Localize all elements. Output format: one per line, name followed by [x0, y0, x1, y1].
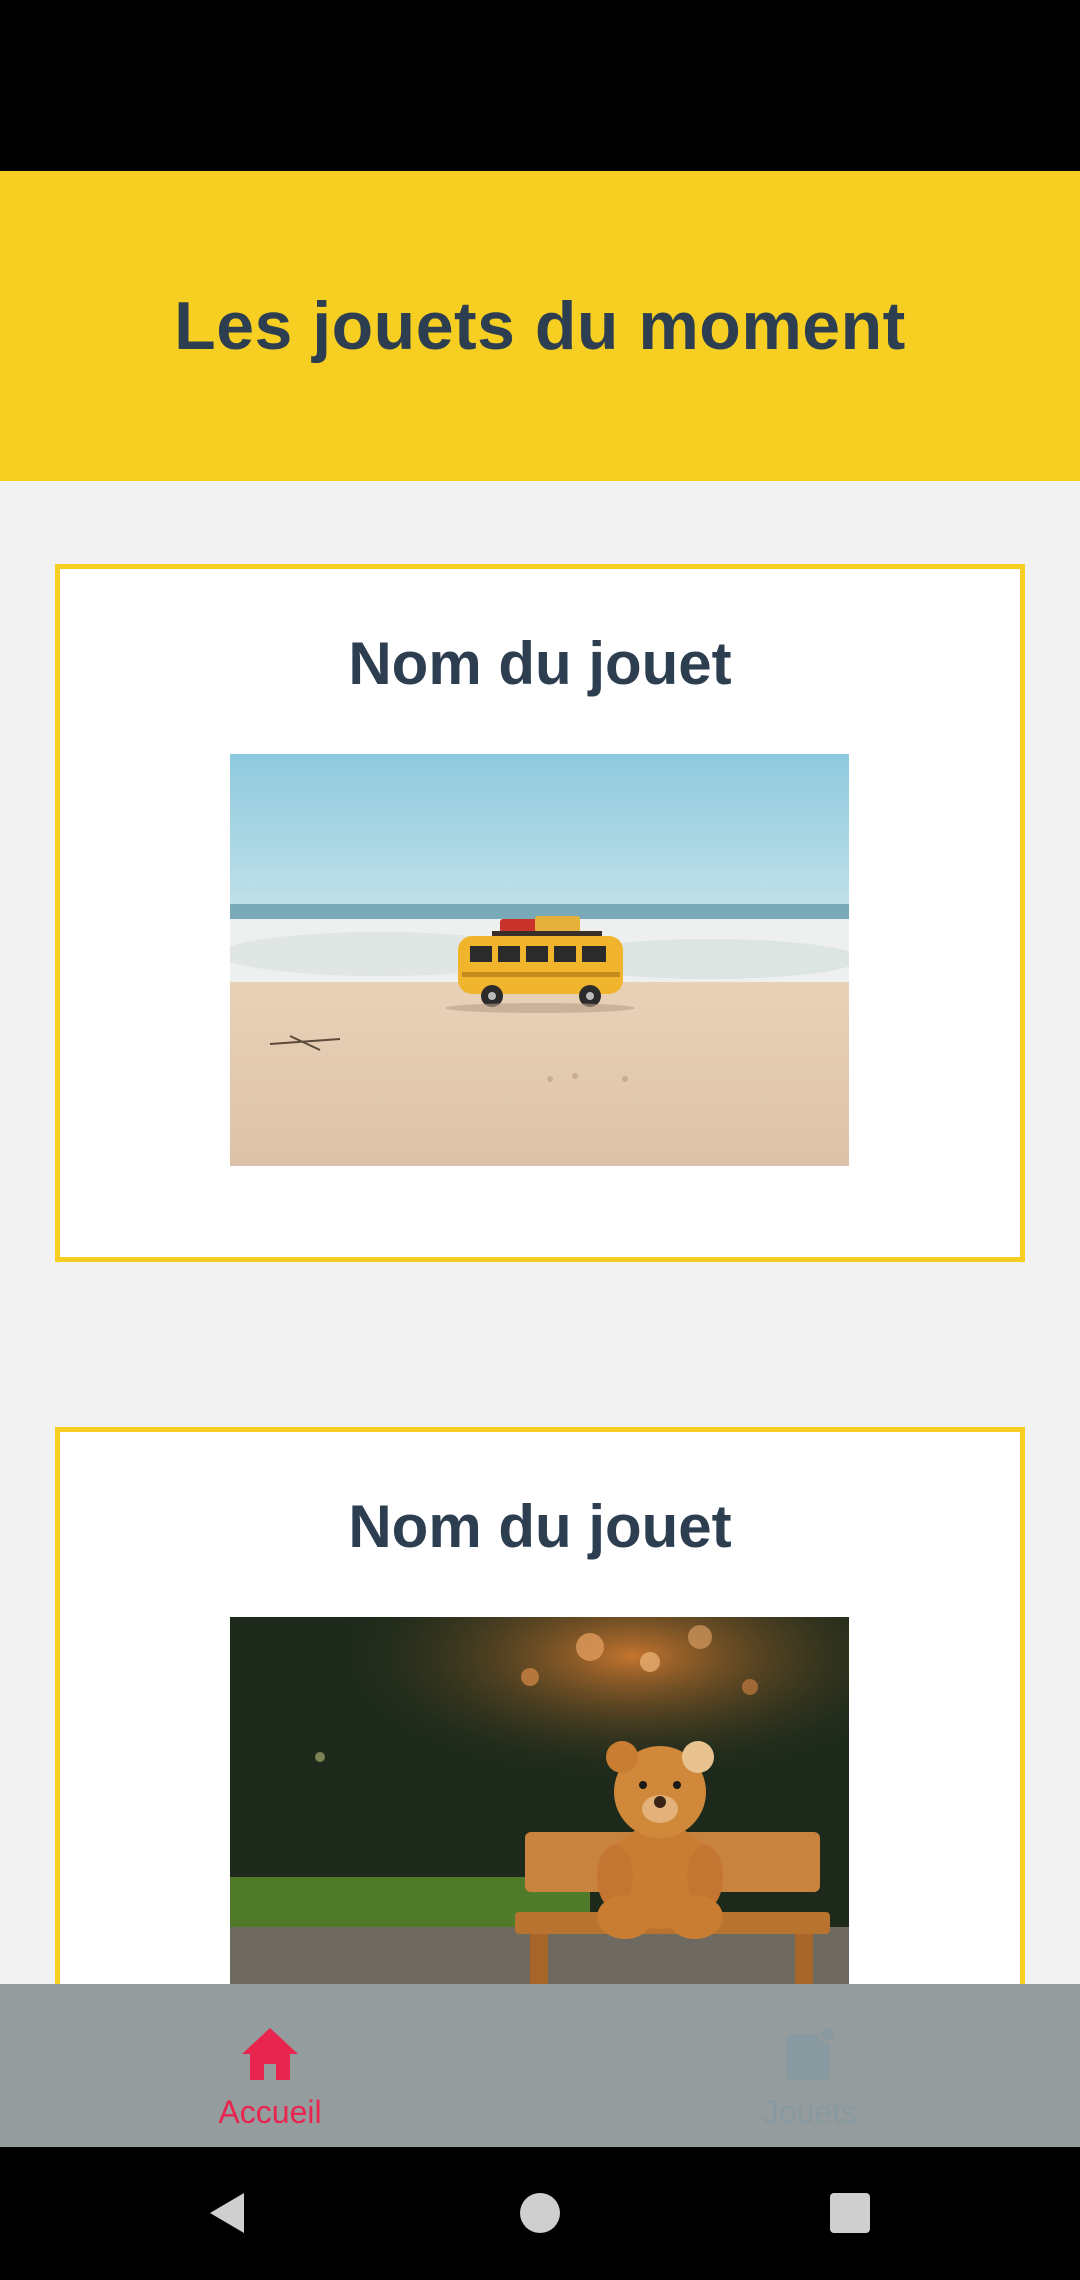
toy-card[interactable]: Nom du jouet	[55, 1427, 1025, 1984]
system-navigation-bar	[0, 2147, 1080, 2280]
home-icon	[242, 2028, 298, 2080]
tab-accueil[interactable]: Accueil	[0, 1984, 540, 2147]
tab-jouets[interactable]: Jouets	[540, 1984, 1080, 2147]
home-circle-icon[interactable]	[504, 2177, 576, 2249]
toy-badge-icon	[786, 2025, 837, 2080]
tab-label: Accueil	[218, 2094, 322, 2130]
page-title: Les jouets du moment	[174, 288, 906, 364]
recents-icon[interactable]	[814, 2177, 886, 2249]
toy-name: Nom du jouet	[348, 1493, 732, 1560]
toy-image-bus	[230, 754, 849, 1166]
app-header: Les jouets du moment	[0, 171, 1080, 481]
toy-card[interactable]: Nom du jouet	[55, 564, 1025, 1262]
toy-list[interactable]: Nom du jouet Nom du jouet	[0, 481, 1080, 1984]
toy-name: Nom du jouet	[348, 630, 732, 697]
bottom-nav: Accueil Jouets	[0, 1984, 1080, 2147]
status-bar	[0, 0, 1080, 171]
back-icon[interactable]	[190, 2177, 262, 2249]
toy-image-teddy	[230, 1617, 849, 1984]
tab-label: Jouets	[762, 2094, 858, 2130]
